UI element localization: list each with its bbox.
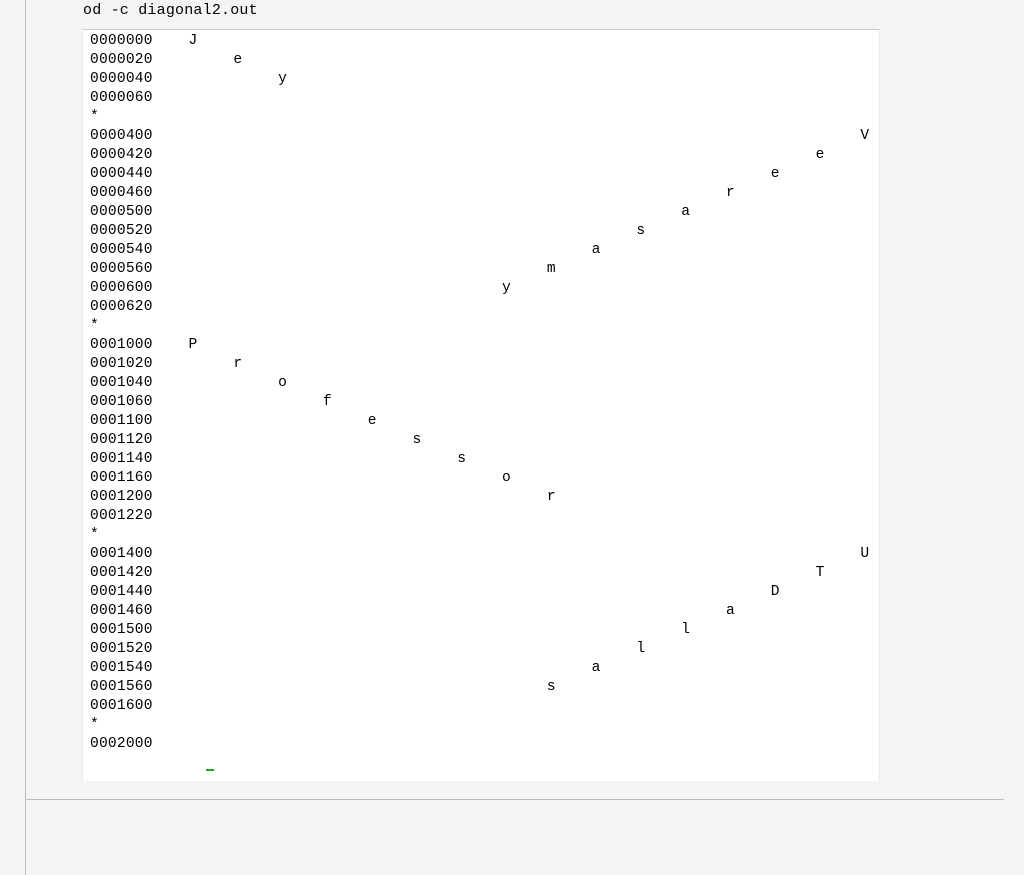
od-output-box: 0000000 J 0000020 e 0000040 y 0000060 * …	[82, 29, 880, 781]
command-box: od -c diagonal2.out	[26, 0, 1004, 29]
od-output: 0000000 J 0000020 e 0000040 y 0000060 * …	[83, 32, 879, 773]
command-line: od -c diagonal2.out	[83, 0, 1004, 29]
left-vertical-rule	[25, 0, 26, 875]
horizontal-rule	[26, 799, 1004, 800]
cursor-caret	[206, 769, 214, 771]
